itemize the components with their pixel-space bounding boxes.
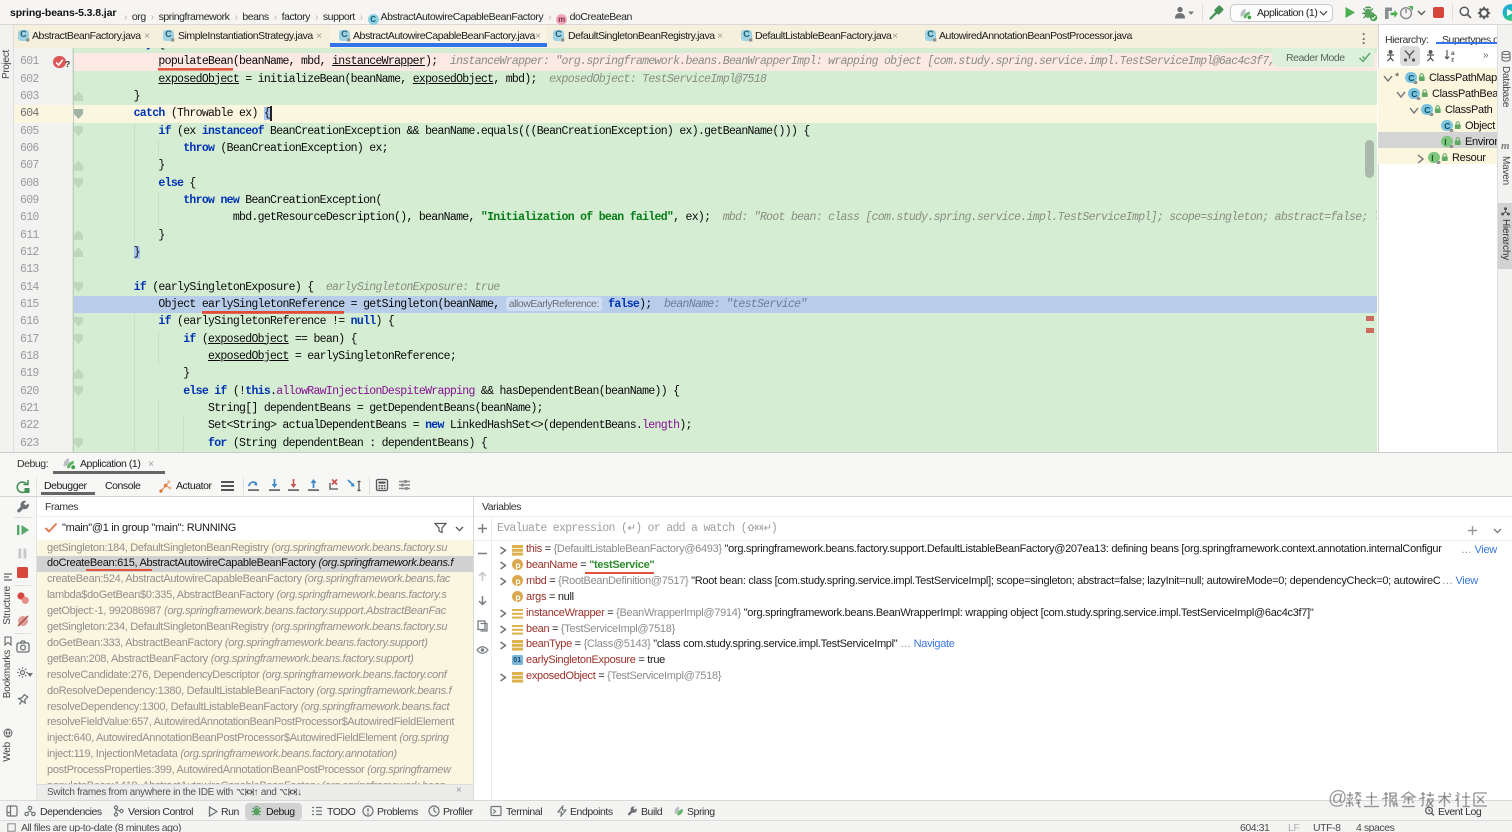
- svg-text:z: z: [1451, 57, 1455, 63]
